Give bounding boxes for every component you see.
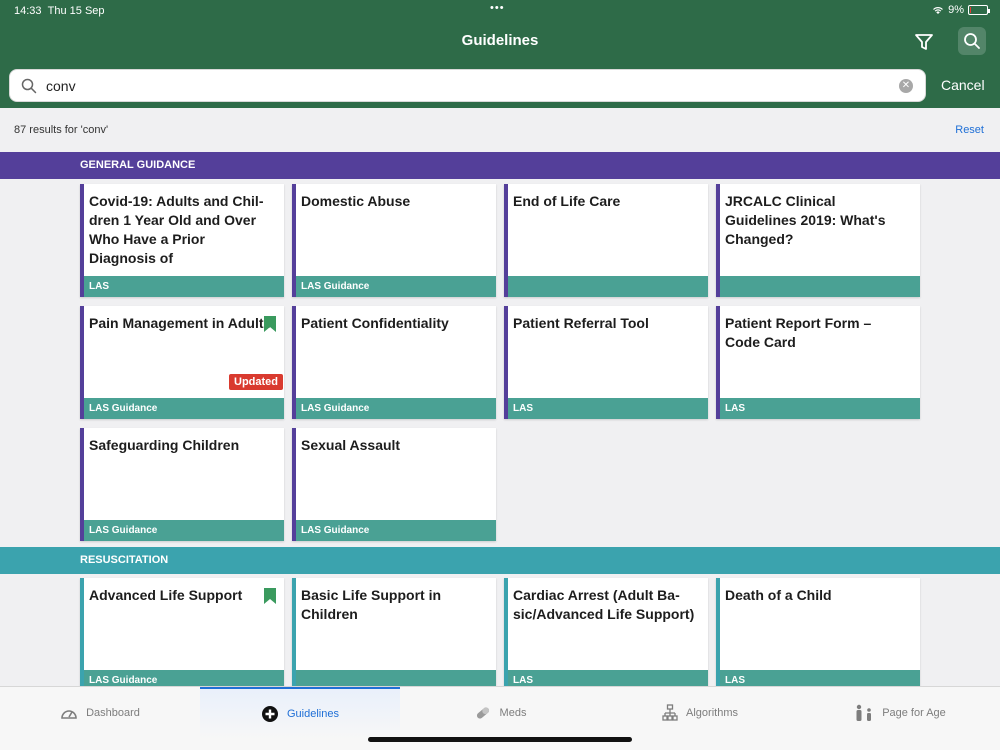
app-header: 14:33 Thu 15 Sep ••• 9% Guidelines ✕ Can…	[0, 0, 1000, 108]
status-right: 9%	[932, 4, 990, 16]
guidelines-icon	[262, 706, 278, 722]
guideline-card[interactable]: Covid-19: Adults and Chil-dren 1 Year Ol…	[80, 184, 284, 297]
section-header-resuscitation: RESUSCITATION	[0, 547, 1000, 574]
tab-page-for-age[interactable]: Page for Age	[800, 687, 1000, 739]
clear-search-icon[interactable]: ✕	[899, 79, 913, 93]
dashboard-icon	[61, 710, 77, 719]
search-icon	[21, 78, 37, 94]
bookmark-icon[interactable]	[264, 316, 276, 332]
guideline-card[interactable]: Patient Confidentiality LAS Guidance	[292, 306, 496, 419]
people-icon	[856, 704, 872, 721]
search-bar: ✕	[9, 69, 926, 102]
tab-meds[interactable]: Meds	[400, 687, 600, 739]
algorithm-icon	[662, 704, 678, 721]
tab-dashboard[interactable]: Dashboard	[0, 687, 200, 739]
updated-badge: Updated	[229, 374, 283, 390]
guideline-card[interactable]: Sexual Assault LAS Guidance	[292, 428, 496, 541]
card-title: End of Life Care	[513, 193, 621, 209]
card-title: Pain Management in Adults	[89, 315, 272, 331]
card-title: Patient Confidentiality	[301, 315, 449, 331]
guideline-card[interactable]: Cardiac Arrest (Adult Ba-sic/Advanced Li…	[504, 578, 708, 691]
guideline-card[interactable]: Death of a Child LAS	[716, 578, 920, 691]
card-title: Safeguarding Children	[89, 437, 240, 453]
battery-icon	[968, 5, 990, 15]
card-title: Patient Referral Tool	[513, 315, 649, 331]
card-tag: LAS	[508, 398, 708, 419]
pill-icon	[476, 707, 489, 719]
guideline-card[interactable]: Patient Report Form – Code Card LAS	[716, 306, 920, 419]
card-tag: LAS Guidance	[296, 520, 496, 541]
card-tag	[720, 276, 920, 297]
card-title: Advanced Life Support	[89, 587, 243, 603]
card-tag: LAS	[84, 276, 284, 297]
cancel-button[interactable]: Cancel	[941, 77, 985, 93]
guideline-card[interactable]: Basic Life Support in Children	[292, 578, 496, 691]
status-time: 14:33 Thu 15 Sep	[14, 5, 105, 17]
page-title: Guidelines	[461, 32, 539, 49]
guideline-card[interactable]: End of Life Care	[504, 184, 708, 297]
search-icon	[964, 33, 980, 49]
card-title: Domestic Abuse	[301, 193, 411, 209]
section-header-general-guidance: GENERAL GUIDANCE	[0, 152, 1000, 179]
search-input[interactable]	[46, 76, 886, 96]
card-tag: LAS Guidance	[84, 398, 284, 419]
filter-icon	[915, 34, 933, 50]
card-tag	[508, 276, 708, 297]
home-indicator[interactable]	[368, 737, 632, 742]
tab-algorithms[interactable]: Algorithms	[600, 687, 800, 739]
card-tag: LAS Guidance	[84, 520, 284, 541]
multitasking-dots-icon[interactable]: •••	[490, 2, 505, 14]
tab-guidelines[interactable]: Guidelines	[200, 687, 400, 739]
card-title: Sexual Assault	[301, 437, 401, 453]
guideline-card[interactable]: Domestic Abuse LAS Guidance	[292, 184, 496, 297]
card-title: Cardiac Arrest (Adult Ba-sic/Advanced Li…	[513, 587, 695, 622]
search-toggle-button[interactable]	[958, 27, 986, 55]
guideline-card[interactable]: Pain Management in Adults Updated LAS Guid…	[80, 306, 284, 419]
card-title: Patient Report Form – Code Card	[725, 315, 872, 350]
card-tag: LAS Guidance	[296, 276, 496, 297]
results-count: 87 results for 'conv'	[14, 124, 109, 136]
wifi-icon	[933, 7, 943, 14]
card-tag: LAS	[720, 398, 920, 419]
card-title: JRCALC Clinical Guidelines 2019: What's …	[725, 193, 886, 247]
card-title: Death of a Child	[725, 587, 832, 603]
card-title: Basic Life Support in Children	[301, 587, 442, 622]
guideline-card[interactable]: Safeguarding Children LAS Guidance	[80, 428, 284, 541]
filter-button[interactable]	[912, 30, 936, 54]
card-title: Covid-19: Adults and Chil-dren 1 Year Ol…	[89, 193, 264, 266]
bookmark-icon[interactable]	[264, 588, 276, 604]
reset-button[interactable]: Reset	[955, 124, 984, 136]
guideline-card[interactable]: JRCALC Clinical Guidelines 2019: What's …	[716, 184, 920, 297]
card-tag: LAS Guidance	[296, 398, 496, 419]
battery-percent: 9%	[948, 4, 964, 16]
guideline-card[interactable]: Advanced Life Support LAS Guidance	[80, 578, 284, 691]
guideline-card[interactable]: Patient Referral Tool LAS	[504, 306, 708, 419]
